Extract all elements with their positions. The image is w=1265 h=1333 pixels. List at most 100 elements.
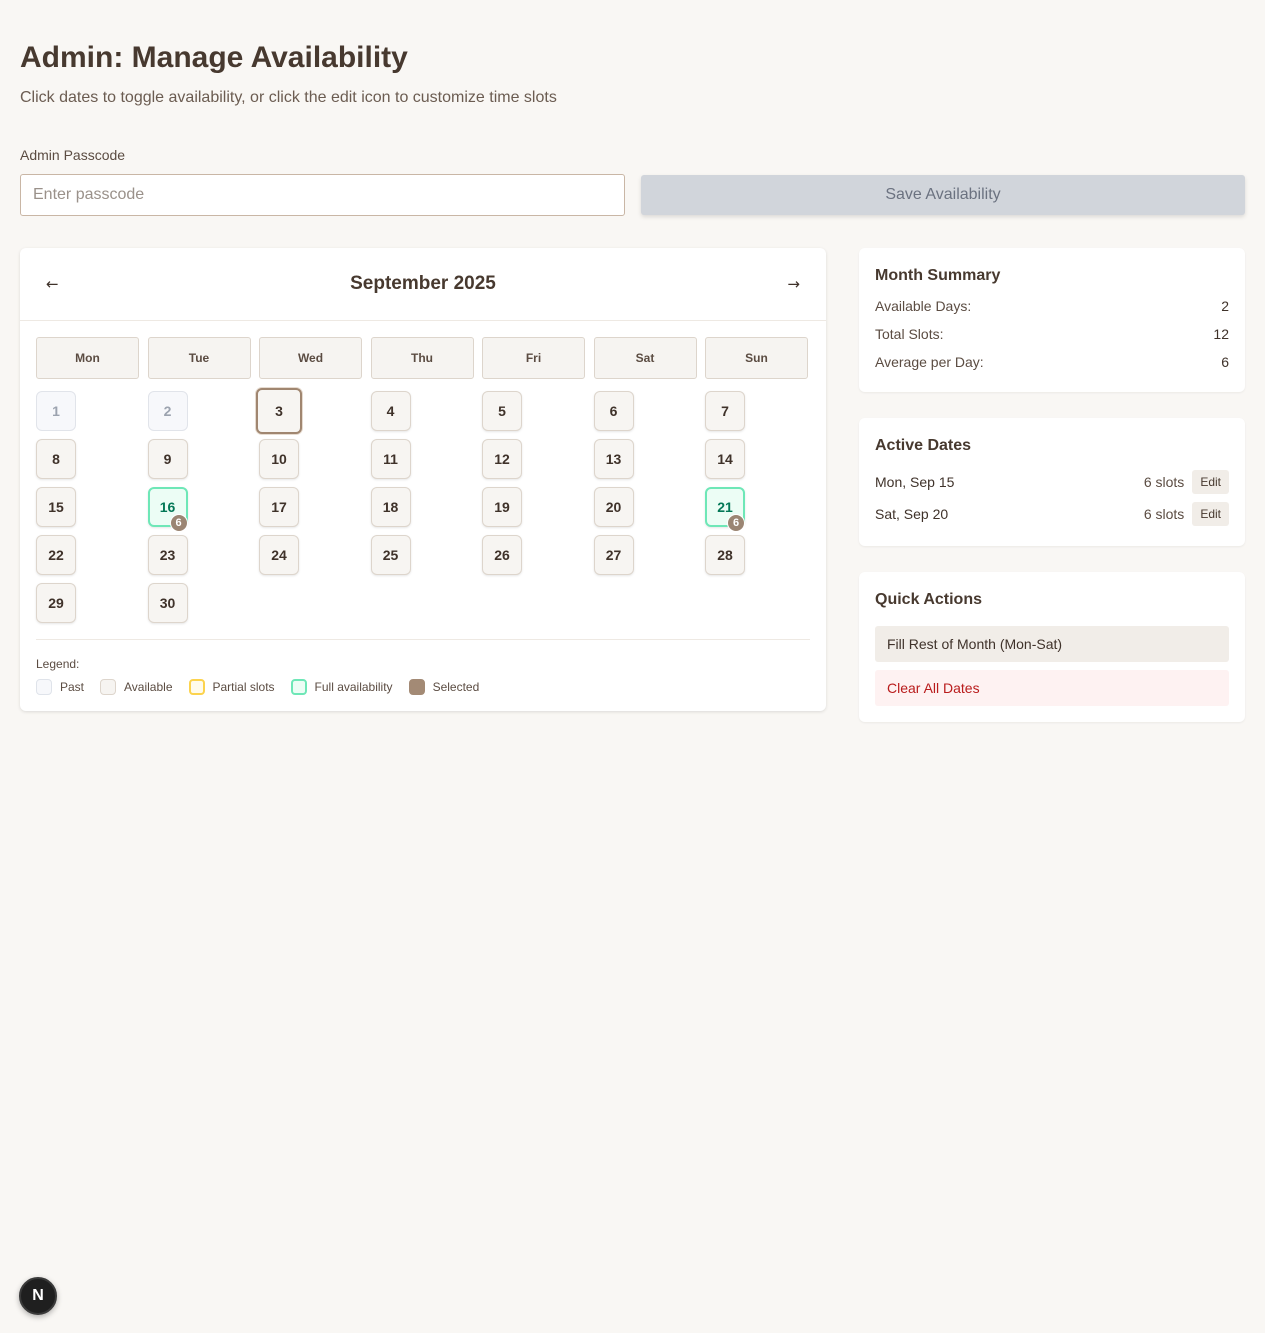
weekday-wed: Wed: [259, 337, 362, 379]
legend-item-fullav: Full availability: [290, 679, 393, 695]
day-cell: 7: [705, 391, 808, 431]
active-dates-title: Active Dates: [875, 437, 972, 454]
day-button-20[interactable]: 20: [593, 487, 634, 527]
day-number: 27: [605, 547, 622, 563]
active-date-row: Sat, Sep 20 6 slots Edit: [875, 498, 1229, 530]
day-button-4[interactable]: 4: [370, 391, 411, 431]
day-cell: 22: [36, 535, 139, 575]
legend-label: Partial slots: [212, 680, 275, 694]
day-button-27[interactable]: 27: [593, 535, 634, 575]
day-button-11[interactable]: 11: [370, 439, 411, 479]
day-number: 26: [494, 547, 510, 563]
day-number: 30: [159, 595, 176, 611]
legend-item-partial: Partial slots: [188, 679, 275, 695]
day-button-8[interactable]: 8: [36, 439, 76, 479]
month-summary-title: Month Summary: [875, 267, 1001, 284]
page-subtitle: Click dates to toggle availability, or c…: [20, 89, 557, 106]
weekday-tue: Tue: [147, 337, 251, 379]
day-number: 12: [494, 451, 510, 467]
day-button-23[interactable]: 23: [147, 535, 188, 575]
summary-label: Average per Day:: [875, 354, 984, 370]
prev-month-button[interactable]: ←: [46, 275, 59, 293]
day-button-17[interactable]: 17: [259, 487, 299, 527]
summary-value: 6: [1221, 354, 1229, 370]
day-button-2: 2: [147, 391, 188, 431]
day-cell: 5: [482, 391, 585, 431]
day-number: 20: [605, 499, 622, 515]
day-cell: 26: [482, 535, 585, 575]
weekday-sat: Sat: [593, 337, 697, 379]
day-number: 10: [271, 451, 287, 467]
day-button-13[interactable]: 13: [593, 439, 634, 479]
day-cell: 24: [259, 535, 362, 575]
day-button-7[interactable]: 7: [705, 391, 745, 431]
save-availability-button[interactable]: Save Availability: [641, 175, 1245, 215]
day-cell: 16 6: [147, 487, 251, 532]
day-number: 18: [382, 499, 399, 515]
day-cell: 25: [370, 535, 474, 575]
main-content: ← September 2025 → Mon Tue Wed Thu Fri Sat Sun…: [20, 248, 1245, 722]
day-button-28[interactable]: 28: [705, 535, 745, 575]
day-button-24[interactable]: 24: [259, 535, 299, 575]
page-title: Admin: Manage Availability: [20, 41, 408, 74]
day-button-21[interactable]: 21 6: [705, 487, 745, 532]
day-cell: 19: [482, 487, 585, 527]
day-button-16[interactable]: 16 6: [147, 487, 188, 532]
day-cell: 8: [36, 439, 139, 479]
day-button-26[interactable]: 26: [482, 535, 522, 575]
legend-label: Full availability: [314, 680, 393, 694]
day-button-9[interactable]: 9: [147, 439, 188, 479]
clear-all-dates-button[interactable]: Clear All Dates: [875, 670, 1229, 706]
day-cell: 1: [36, 391, 139, 431]
passcode-input[interactable]: [20, 174, 625, 216]
day-number: 3: [275, 403, 283, 419]
weekday-mon: Mon: [36, 337, 139, 379]
nextjs-dev-badge-icon[interactable]: N: [19, 1277, 57, 1315]
quick-actions-title: Quick Actions: [875, 591, 982, 608]
summary-row: Available Days: 2: [875, 292, 1229, 320]
month-title: September 2025: [350, 273, 496, 294]
day-cell: 18: [370, 487, 474, 527]
weekday-header: Mon Tue Wed Thu Fri Sat Sun: [36, 337, 810, 379]
day-cell: 2: [147, 391, 251, 431]
day-button-3[interactable]: 3: [256, 388, 302, 434]
day-cell: 9: [147, 439, 251, 479]
day-cell: 13: [593, 439, 697, 479]
day-number: 6: [609, 403, 618, 419]
sidebar: Month Summary Available Days: 2 Total Slot…: [859, 248, 1245, 722]
legend-item-sel: Selected: [408, 679, 479, 695]
day-number: 11: [383, 451, 398, 467]
day-button-14[interactable]: 14: [705, 439, 745, 479]
day-button-15[interactable]: 15: [36, 487, 76, 527]
day-cell: 28: [705, 535, 808, 575]
legend-title: Legend:: [36, 657, 80, 671]
day-button-19[interactable]: 19: [482, 487, 522, 527]
day-button-5[interactable]: 5: [482, 391, 522, 431]
legend-swatch: [290, 679, 307, 695]
legend-swatch: [36, 679, 52, 695]
quick-actions-panel: Quick Actions Fill Rest of Month (Mon-Sa…: [859, 572, 1245, 722]
edit-date-button[interactable]: Edit: [1192, 470, 1229, 494]
day-button-12[interactable]: 12: [482, 439, 522, 479]
day-number: 8: [52, 451, 60, 467]
day-button-18[interactable]: 18: [370, 487, 411, 527]
day-number: 21: [717, 499, 733, 515]
day-button-29[interactable]: 29: [36, 583, 76, 623]
fill-rest-of-month-button[interactable]: Fill Rest of Month (Mon-Sat): [875, 626, 1229, 662]
weekday-fri: Fri: [482, 337, 585, 379]
day-button-10[interactable]: 10: [259, 439, 299, 479]
legend-swatch: [188, 679, 205, 695]
slot-count-badge: 6: [727, 514, 745, 532]
summary-value: 2: [1221, 298, 1229, 314]
day-number: 7: [721, 403, 729, 419]
calendar-header: ← September 2025 →: [20, 248, 826, 321]
day-button-25[interactable]: 25: [370, 535, 411, 575]
active-date-label: Mon, Sep 15: [875, 474, 955, 490]
day-button-22[interactable]: 22: [36, 535, 76, 575]
next-month-button[interactable]: →: [787, 275, 800, 293]
edit-date-button[interactable]: Edit: [1192, 502, 1229, 526]
day-number: 4: [386, 403, 395, 419]
day-button-6[interactable]: 6: [593, 391, 634, 431]
day-button-30[interactable]: 30: [147, 583, 188, 623]
day-number: 14: [717, 451, 733, 467]
